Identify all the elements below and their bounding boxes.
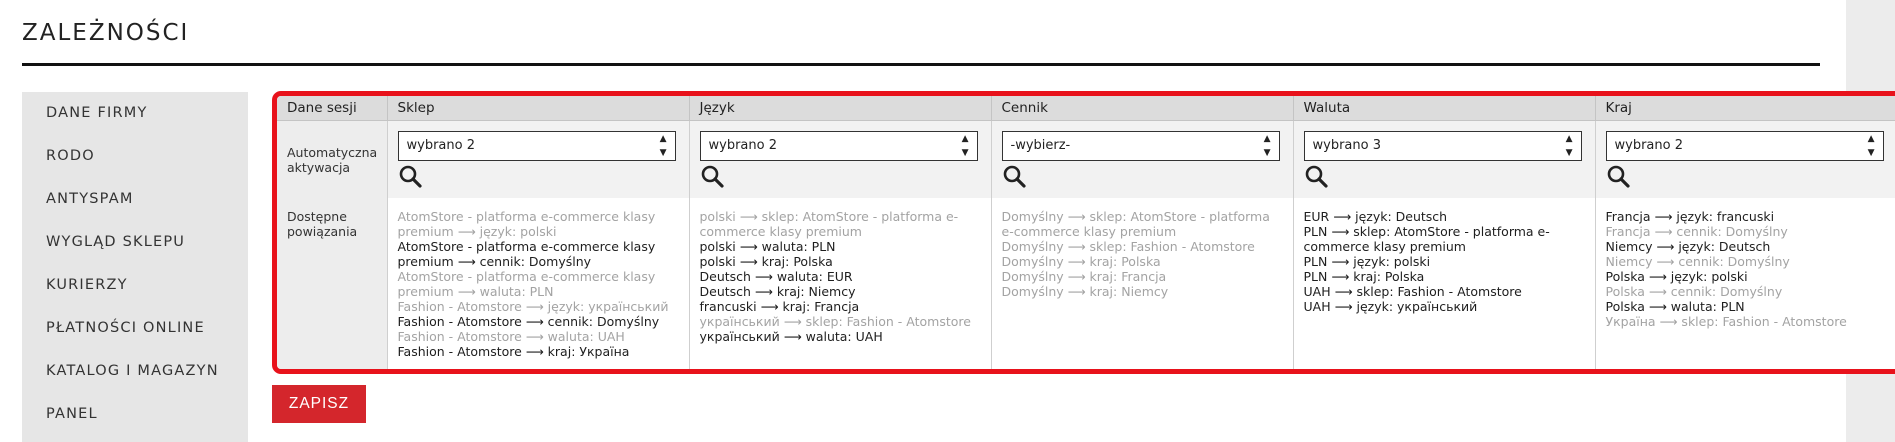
dependency-item[interactable]: UAH ⟶ język: український [1304,299,1585,314]
dependency-item[interactable]: polski ⟶ sklep: AtomStore - platforma e-… [700,209,981,239]
dependency-item[interactable]: Deutsch ⟶ waluta: EUR [700,269,981,284]
auto-activation-cell: wybrano 2 ▲ ▼ [387,120,690,198]
dependency-item[interactable]: AtomStore - platforma e-commerce klasy p… [398,209,679,239]
select-value: wybrano 2 [708,137,778,153]
sidebar-item-wyglad-sklepu[interactable]: WYGLĄD SKLEPU [22,221,248,264]
updown-caret-icon: ▲ ▼ [1565,133,1573,158]
updown-caret-icon: ▲ ▼ [961,133,969,158]
dependency-item[interactable]: AtomStore - platforma e-commerce klasy p… [398,239,679,269]
sidebar-item-rodo[interactable]: RODO [22,135,248,178]
dependency-item[interactable]: Polska ⟶ cennik: Domyślny [1606,284,1887,299]
sidebar-item-antyspam[interactable]: ANTYSPAM [22,178,248,221]
column-header-kraj: Kraj [1595,96,1895,121]
sidebar: DANE FIRMY RODO ANTYSPAM WYGLĄD SKLEPU K… [22,92,248,442]
dependency-item[interactable]: український ⟶ waluta: UAH [700,329,981,344]
available-links-cell: Francja ⟶ język: francuski Francja ⟶ cenn… [1595,198,1895,369]
available-links-cell: AtomStore - platforma e-commerce klasy p… [387,198,690,369]
updown-caret-icon: ▲ ▼ [1263,133,1271,158]
dependencies-table: Dane sesji Sklep Język Cennik Waluta Kraj Au… [277,96,1895,369]
sidebar-item-panel[interactable]: PANEL [22,393,248,436]
dependency-item[interactable]: Fashion - Atomstore ⟶ cennik: Domyślny [398,314,679,329]
available-links-cell: EUR ⟶ język: Deutsch PLN ⟶ sklep: AtomSto… [1293,198,1596,369]
page-title: ZALEŻNOŚCI [22,20,190,46]
select-value: wybrano 2 [1614,137,1684,153]
updown-caret-icon: ▲ ▼ [1867,133,1875,158]
dependency-item[interactable]: Domyślny ⟶ kraj: Francja [1002,269,1283,284]
select-value: -wybierz- [1010,137,1071,153]
column-header-jezyk: Język [689,96,992,121]
search-icon[interactable] [1606,164,1630,188]
dependency-item[interactable]: PLN ⟶ sklep: AtomStore - platforma e-com… [1304,224,1585,254]
dependency-item[interactable]: PLN ⟶ kraj: Polska [1304,269,1585,284]
dependency-item[interactable]: UAH ⟶ sklep: Fashion - Atomstore [1304,284,1585,299]
dependency-item[interactable]: Niemcy ⟶ cennik: Domyślny [1606,254,1887,269]
auto-activation-cell: wybrano 2 ▲ ▼ [689,120,992,198]
dependencies-table-highlight: Dane sesji Sklep Język Cennik Waluta Kraj Au… [272,91,1895,374]
search-icon[interactable] [1304,164,1328,188]
dependency-item[interactable]: Deutsch ⟶ kraj: Niemcy [700,284,981,299]
auto-activation-cell: -wybierz- ▲ ▼ [991,120,1294,198]
select-value: wybrano 3 [1312,137,1382,153]
cennik-select[interactable]: -wybierz- ▲ ▼ [1001,130,1280,161]
jezyk-select[interactable]: wybrano 2 ▲ ▼ [699,130,978,161]
dependency-item[interactable]: Fashion - Atomstore ⟶ kraj: Україна [398,344,679,359]
search-icon[interactable] [700,164,724,188]
dependency-item[interactable]: Україна ⟶ sklep: Fashion - Atomstore [1606,314,1887,329]
dependency-item[interactable]: AtomStore - platforma e-commerce klasy p… [398,269,679,299]
dependency-item[interactable]: Fashion - Atomstore ⟶ waluta: UAH [398,329,679,344]
dependency-item[interactable]: Niemcy ⟶ język: Deutsch [1606,239,1887,254]
waluta-select[interactable]: wybrano 3 ▲ ▼ [1303,130,1582,161]
auto-activation-label: Automatyczna aktywacja [277,120,388,198]
dependency-item[interactable]: francuski ⟶ kraj: Francja [700,299,981,314]
column-header-waluta: Waluta [1293,96,1596,121]
sidebar-item-katalog-i-magazyn[interactable]: KATALOG I MAGAZYN [22,350,248,393]
dependency-item[interactable]: Domyślny ⟶ kraj: Niemcy [1002,284,1283,299]
updown-caret-icon: ▲ ▼ [659,133,667,158]
column-header-cennik: Cennik [991,96,1294,121]
auto-activation-cell: wybrano 3 ▲ ▼ [1293,120,1596,198]
dependency-item[interactable]: Francja ⟶ język: francuski [1606,209,1887,224]
sklep-select[interactable]: wybrano 2 ▲ ▼ [397,130,676,161]
dependency-item[interactable]: polski ⟶ kraj: Polska [700,254,981,269]
column-header-sklep: Sklep [387,96,690,121]
sidebar-item-platnosci-online[interactable]: PŁATNOŚCI ONLINE [22,307,248,350]
dependency-item[interactable]: Domyślny ⟶ sklep: AtomStore - platforma … [1002,209,1283,239]
dependency-item[interactable]: Fashion - Atomstore ⟶ język: український [398,299,679,314]
sidebar-item-kurierzy[interactable]: KURIERZY [22,264,248,307]
select-value: wybrano 2 [406,137,476,153]
sidebar-item-dane-firmy[interactable]: DANE FIRMY [22,92,248,135]
dependency-item[interactable]: Domyślny ⟶ sklep: Fashion - Atomstore [1002,239,1283,254]
dependency-item[interactable]: Polska ⟶ język: polski [1606,269,1887,284]
dependency-item[interactable]: український ⟶ sklep: Fashion - Atomstore [700,314,981,329]
search-icon[interactable] [398,164,422,188]
header-dane-sesji: Dane sesji [277,96,388,121]
available-links-cell: polski ⟶ sklep: AtomStore - platforma e-… [689,198,992,369]
available-links-cell: Domyślny ⟶ sklep: AtomStore - platforma … [991,198,1294,369]
search-icon[interactable] [1002,164,1026,188]
dependency-item[interactable]: polski ⟶ waluta: PLN [700,239,981,254]
auto-activation-cell: wybrano 2 ▲ ▼ [1595,120,1895,198]
dependency-item[interactable]: Polska ⟶ waluta: PLN [1606,299,1887,314]
title-divider [22,63,1820,66]
available-links-label: Dostępne powiązania [277,198,388,369]
dependency-item[interactable]: Domyślny ⟶ kraj: Polska [1002,254,1283,269]
save-button[interactable]: ZAPISZ [272,385,366,423]
dependency-item[interactable]: EUR ⟶ język: Deutsch [1304,209,1585,224]
dependency-item[interactable]: Francja ⟶ cennik: Domyślny [1606,224,1887,239]
dependency-item[interactable]: PLN ⟶ język: polski [1304,254,1585,269]
kraj-select[interactable]: wybrano 2 ▲ ▼ [1605,130,1884,161]
